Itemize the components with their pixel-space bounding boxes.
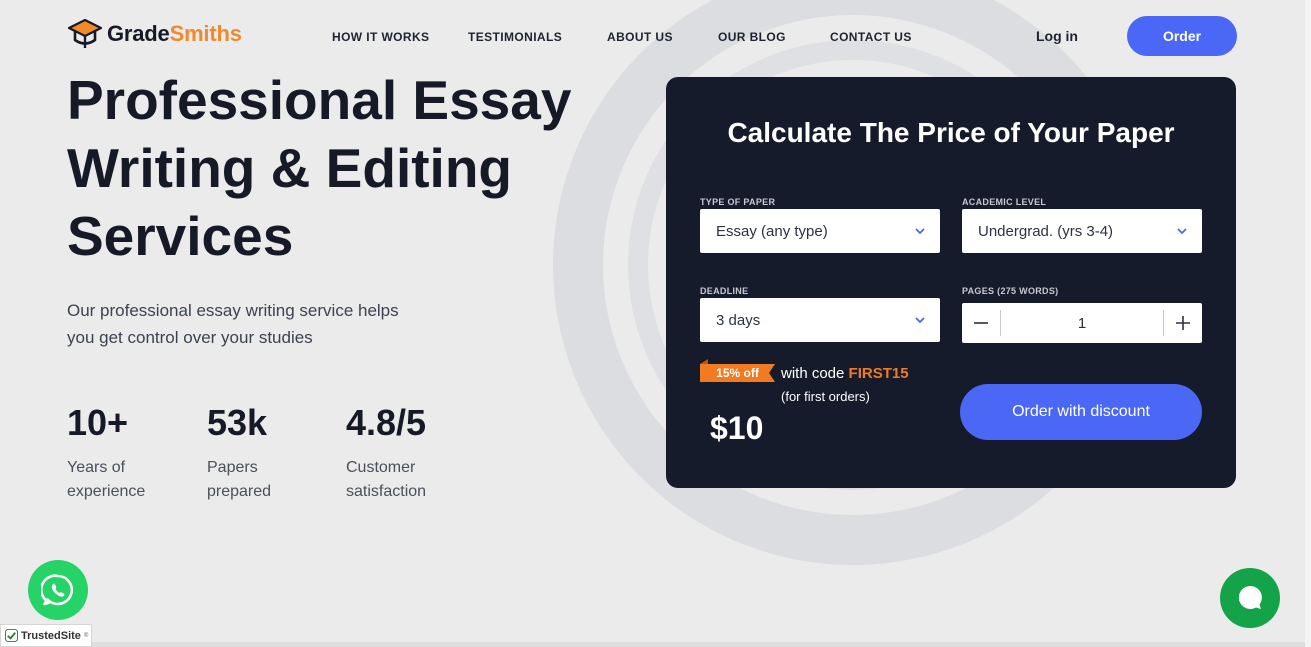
nav-our-blog[interactable]: OUR BLOG [718, 30, 786, 44]
whatsapp-icon [41, 574, 74, 606]
nav-about-us[interactable]: ABOUT US [607, 30, 673, 44]
minus-icon [974, 322, 988, 324]
whatsapp-button[interactable] [28, 560, 88, 620]
logo-text: GradeSmiths [107, 21, 242, 47]
stat-value: 10+ [67, 402, 129, 443]
logo[interactable]: GradeSmiths [67, 16, 242, 52]
order-with-discount-button[interactable]: Order with discount [960, 384, 1202, 440]
deadline-select[interactable]: 3 days [700, 298, 940, 342]
stat-label: Years of experience [67, 459, 146, 500]
stat-value: 4.8/5 [346, 402, 427, 443]
deadline-value: 3 days [716, 311, 761, 329]
site-header: GradeSmiths HOW IT WORKS TESTIMONIALS AB… [0, 0, 1311, 72]
pages-increment-button[interactable] [1164, 303, 1202, 343]
chevron-down-icon [915, 228, 925, 235]
academic-level-value: Undergrad. (yrs 3-4) [978, 222, 1114, 240]
trusted-site-badge[interactable]: TrustedSite ® [0, 624, 92, 647]
academic-level-select[interactable]: Undergrad. (yrs 3-4) [962, 209, 1202, 253]
academic-level-label: ACADEMIC LEVEL [962, 197, 1047, 207]
stat-label: Papers prepared [207, 459, 272, 500]
logo-text-smiths: Smiths [169, 21, 242, 46]
chevron-down-icon [915, 317, 925, 324]
chat-bubble-icon [1238, 585, 1262, 609]
nav-contact-us[interactable]: CONTACT US [830, 30, 912, 44]
promo-ribbon-fold [700, 359, 708, 364]
login-link[interactable]: Log in [1036, 28, 1078, 44]
stat-value: 53k [207, 402, 268, 443]
stat-label: Customer satisfaction [346, 459, 427, 500]
pages-decrement-button[interactable] [962, 303, 1000, 343]
stat-papers: 53k Papers prepared [207, 400, 307, 504]
order-button[interactable]: Order [1127, 16, 1237, 56]
type-of-paper-value: Essay (any type) [716, 222, 828, 240]
type-of-paper-label: TYPE OF PAPER [700, 197, 776, 207]
graduation-cap-logo-icon [67, 18, 103, 48]
hero-title: Professional Essay Writing & Editing Ser… [67, 69, 572, 267]
calculator-title: Calculate The Price of Your Paper [727, 117, 1175, 148]
hero-subtitle: Our professional essay writing service h… [67, 301, 399, 347]
pages-label: PAGES (275 WORDS) [962, 286, 1059, 296]
check-shield-icon [5, 629, 18, 642]
chevron-down-icon [1177, 228, 1187, 235]
promo-note: (for first orders) [781, 389, 870, 404]
promo-badge: 15% off [700, 364, 775, 382]
pages-input[interactable]: 1 [1001, 315, 1163, 332]
type-of-paper-select[interactable]: Essay (any type) [700, 209, 940, 253]
trusted-site-trademark: ® [83, 632, 89, 639]
nav-testimonials[interactable]: TESTIMONIALS [468, 30, 562, 44]
promo-text: with code FIRST15 [781, 365, 909, 382]
chat-button[interactable] [1220, 568, 1280, 628]
nav-how-it-works[interactable]: HOW IT WORKS [332, 30, 429, 44]
stat-years: 10+ Years of experience [67, 400, 177, 504]
logo-text-grade: Grade [107, 21, 170, 46]
stat-satisfaction: 4.8/5 Customer satisfaction [346, 400, 456, 504]
promo-text-label: with code [781, 365, 845, 382]
page-scrollbar[interactable] [1305, 0, 1311, 647]
horizontal-scrollbar[interactable] [0, 642, 1305, 647]
trusted-site-text: TrustedSite [21, 629, 81, 642]
promo-code: FIRST15 [848, 365, 909, 382]
plus-icon [1176, 316, 1190, 330]
price-value: $10 [710, 410, 764, 446]
pages-stepper: 1 [962, 303, 1202, 343]
price-calculator: Calculate The Price of Your Paper TYPE O… [666, 77, 1236, 488]
deadline-label: DEADLINE [700, 286, 749, 296]
